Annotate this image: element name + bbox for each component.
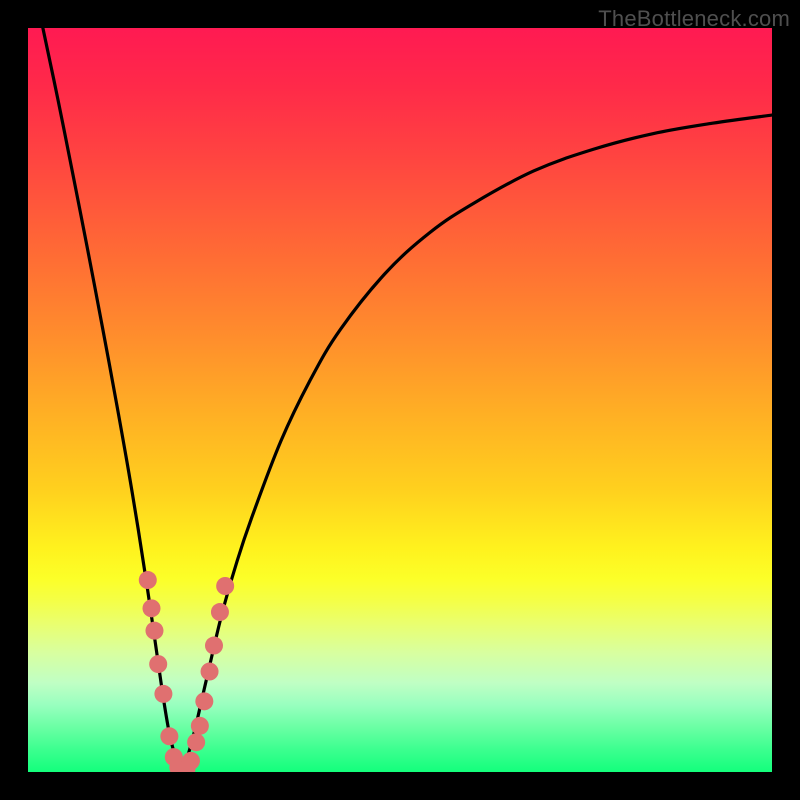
chart-frame: TheBottleneck.com: [0, 0, 800, 800]
scatter-dot: [160, 727, 178, 745]
curve-layer: [28, 28, 772, 772]
scatter-dot: [195, 692, 213, 710]
watermark-label: TheBottleneck.com: [598, 6, 790, 32]
scatter-dot: [149, 655, 167, 673]
scatter-dot: [191, 717, 209, 735]
scatter-dot: [211, 603, 229, 621]
scatter-dot: [154, 685, 172, 703]
scatter-dot: [205, 637, 223, 655]
scatter-dot: [182, 752, 200, 770]
scatter-dot: [187, 733, 205, 751]
scatter-points: [139, 571, 234, 772]
scatter-dot: [139, 571, 157, 589]
plot-area: [28, 28, 772, 772]
scatter-dot: [143, 599, 161, 617]
scatter-dot: [216, 577, 234, 595]
scatter-dot: [145, 622, 163, 640]
scatter-dot: [201, 663, 219, 681]
